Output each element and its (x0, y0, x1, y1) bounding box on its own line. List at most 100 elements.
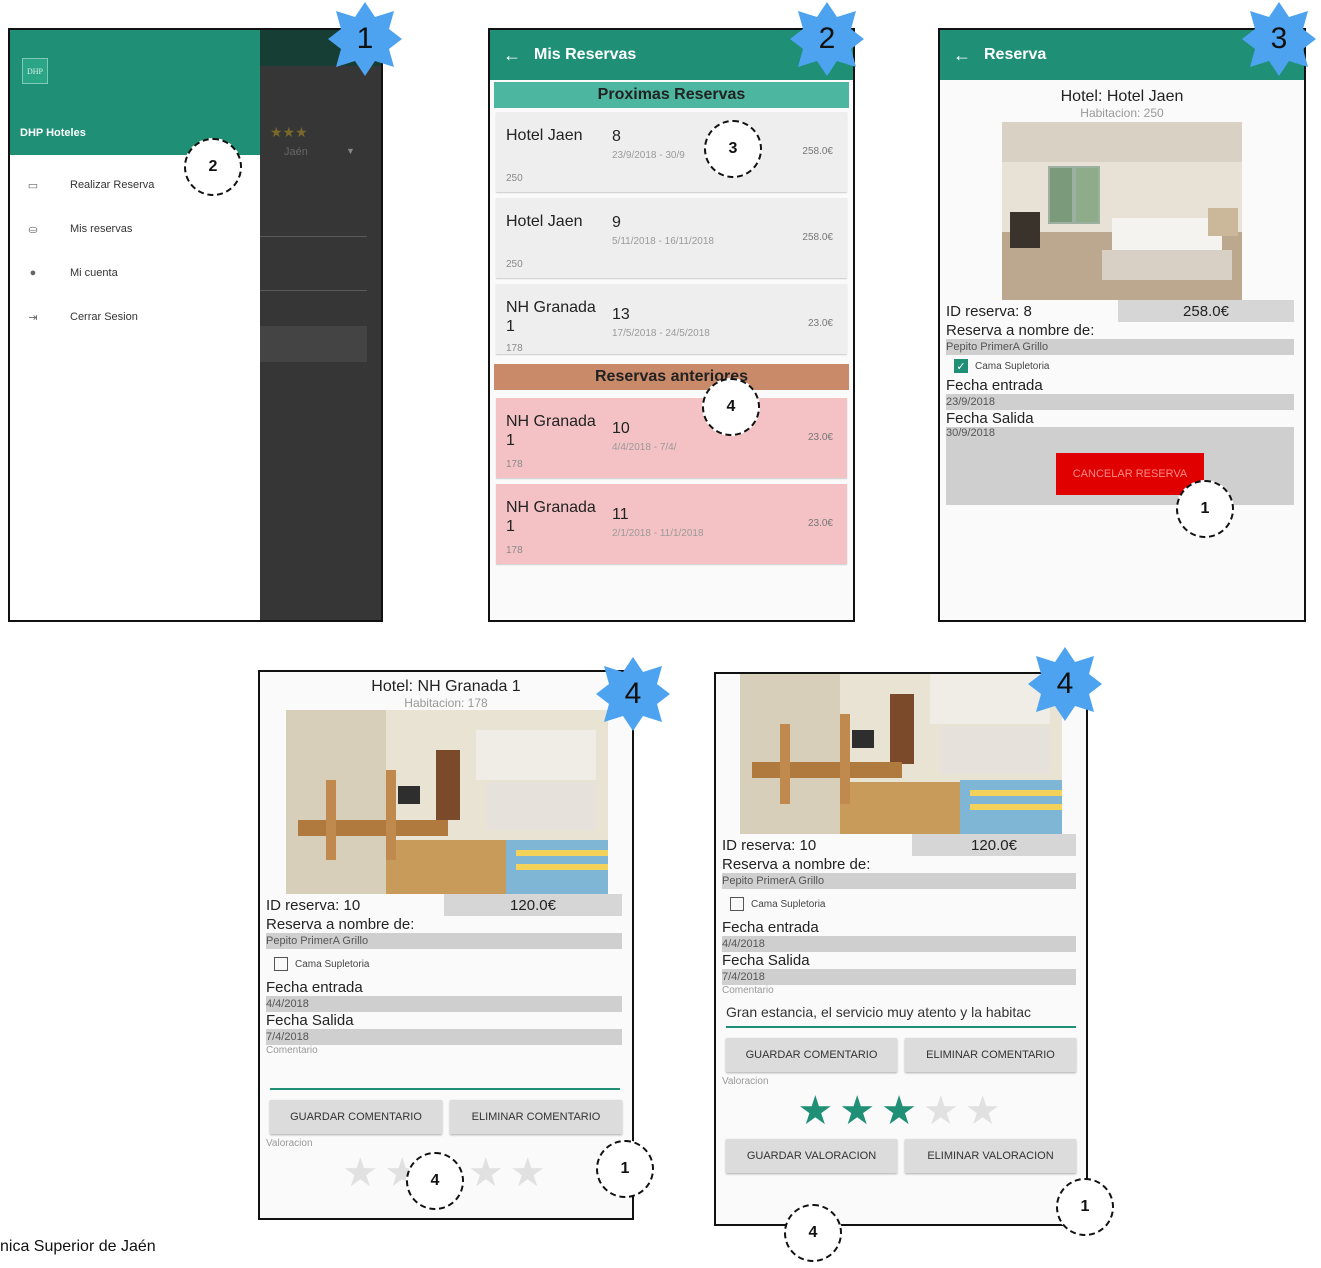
footer-caption: nica Superior de Jaén (0, 1238, 156, 1255)
checkbox-unchecked-icon[interactable] (730, 897, 744, 911)
star-empty-icon[interactable]: ★ (468, 1153, 504, 1193)
drawer-header: DHP DHP Hoteles (10, 30, 260, 155)
cancel-reservation-button[interactable]: CANCELAR RESERVA (1056, 453, 1204, 495)
dhp-logo: DHP (22, 58, 48, 84)
extra-bed-label: Cama Supletoria (975, 360, 1050, 372)
menu-item-label: Mis reservas (70, 223, 133, 235)
star-filled-icon[interactable]: ★ (881, 1091, 917, 1131)
reservation-card[interactable]: Hotel Jaen 250 9 5/11/2018 - 16/11/2018 … (496, 198, 847, 278)
star-empty-icon[interactable]: ★ (510, 1153, 546, 1193)
hotel-name: NH Granada 1 (506, 299, 596, 335)
step-badge: 2 (788, 0, 866, 78)
reservation-id: 10 (612, 420, 630, 437)
price-value: 120.0€ (444, 894, 622, 916)
delete-comment-button[interactable]: ELIMINAR COMENTARIO (905, 1038, 1076, 1072)
checkin-field[interactable]: 4/4/2018 (722, 936, 1076, 952)
back-arrow-icon[interactable]: ← (490, 45, 534, 66)
checkout-field[interactable]: 7/4/2018 (722, 969, 1076, 985)
step-badge: 4 (594, 655, 672, 733)
reservation-card[interactable]: NH Granada 1 178 11 2/1/2018 - 11/1/2018… (496, 484, 847, 564)
reservation-id: 8 (612, 128, 621, 145)
logout-icon: ⇥ (28, 311, 38, 324)
menu-item-mis-reservas[interactable]: ⛀ Mis reservas (10, 207, 260, 251)
extra-bed-label: Cama Supletoria (751, 898, 826, 910)
callout-marker: 4 (784, 1204, 842, 1262)
screen-reserva-valorada: ID reserva: 10 120.0€ Reserva a nombre d… (714, 672, 1088, 1226)
reservation-price: 23.0€ (807, 518, 833, 529)
delete-comment-button[interactable]: ELIMINAR COMENTARIO (450, 1100, 622, 1134)
checkout-field[interactable]: 30/9/2018 (946, 427, 1294, 439)
save-rating-button[interactable]: GUARDAR VALORACION (726, 1139, 897, 1173)
background-divider (260, 236, 367, 237)
back-arrow-icon[interactable]: ← (940, 45, 984, 66)
past-header: Reservas anteriores (494, 364, 849, 390)
checkout-field[interactable]: 7/4/2018 (266, 1029, 622, 1045)
comment-input[interactable]: Gran estancia, el servicio muy atento y … (726, 1004, 1076, 1028)
reservation-id: ID reserva: 8 (946, 302, 1032, 320)
extra-bed-checkbox-row[interactable]: Cama Supletoria (722, 889, 1076, 919)
drawer-title: DHP Hoteles (20, 127, 86, 139)
rating-stars[interactable]: ★ ★ ★ ★ ★ (722, 1091, 1076, 1131)
hotel-title: Hotel: NH Granada 1 (371, 678, 521, 695)
hotel-name: Hotel Jaen (506, 213, 583, 230)
star-filled-icon[interactable]: ★ (839, 1091, 875, 1131)
hotel-name: Hotel Jaen (506, 127, 583, 144)
checkin-label: Fecha entrada (946, 377, 1043, 394)
name-field[interactable]: Pepito PrimerA Grillo (722, 873, 1076, 889)
callout-marker: 4 (406, 1152, 464, 1210)
hotel-title: Hotel: Hotel Jaen (1060, 88, 1184, 105)
extra-bed-checkbox-row[interactable]: ✓ Cama Supletoria (946, 355, 1294, 377)
star-empty-icon[interactable]: ★ (965, 1091, 1001, 1131)
menu-item-mi-cuenta[interactable]: ● Mi cuenta (10, 251, 260, 295)
upcoming-header: Proximas Reservas (494, 82, 849, 108)
step-number: 3 (1270, 22, 1288, 55)
screen-reserva-detalle: ← Reserva Hotel: Hotel Jaen Habitacion: … (938, 28, 1306, 622)
checkin-field[interactable]: 4/4/2018 (266, 996, 622, 1012)
reservation-card[interactable]: NH Granada 1 178 10 4/4/2018 - 7/4/ 23.0… (496, 398, 847, 478)
star-empty-icon[interactable]: ★ (923, 1091, 959, 1131)
callout-marker: 1 (1176, 480, 1234, 538)
reservation-card[interactable]: Hotel Jaen 250 8 23/9/2018 - 30/9 258.0€ (496, 112, 847, 192)
dimmed-background[interactable]: ★★★ Jaén ▼ (260, 30, 381, 620)
menu-item-cerrar-sesion[interactable]: ⇥ Cerrar Sesion (10, 295, 260, 339)
reservation-card[interactable]: NH Granada 1 178 13 17/5/2018 - 24/5/201… (496, 284, 847, 354)
save-comment-button[interactable]: GUARDAR COMENTARIO (270, 1100, 442, 1134)
name-label: Reserva a nombre de: (266, 916, 415, 933)
reservation-price: 23.0€ (807, 318, 833, 329)
background-dropdown-icon: ▼ (346, 146, 355, 156)
checkbox-checked-icon[interactable]: ✓ (954, 359, 968, 373)
rating-label: Valoracion (266, 1138, 313, 1149)
star-filled-icon[interactable]: ★ (797, 1091, 833, 1131)
name-field[interactable]: Pepito PrimerA Grillo (266, 933, 622, 949)
step-number: 4 (624, 677, 642, 710)
reservation-id: ID reserva: 10 (722, 836, 817, 854)
step-badge: 1 (326, 0, 404, 78)
extra-bed-checkbox-row[interactable]: Cama Supletoria (266, 949, 622, 979)
hotel-room-photo (740, 674, 1062, 834)
name-label: Reserva a nombre de: (946, 322, 1095, 339)
screen-drawer: ★★★ Jaén ▼ DHP DHP Hoteles ▭ Realizar Re… (8, 28, 383, 622)
reservation-id-row: ID reserva: 8 258.0€ (946, 300, 1294, 322)
checkout-label: Fecha Salida (266, 1012, 354, 1029)
reservation-price: 23.0€ (807, 432, 833, 443)
star-empty-icon[interactable]: ★ (342, 1153, 378, 1193)
reservation-dates: 2/1/2018 - 11/1/2018 (612, 528, 704, 539)
checkbox-unchecked-icon[interactable] (274, 957, 288, 971)
room-number: 250 (506, 259, 523, 270)
reservation-dates: 17/5/2018 - 24/5/2018 (612, 328, 710, 339)
delete-rating-button[interactable]: ELIMINAR VALORACION (905, 1139, 1076, 1173)
navigation-drawer: DHP DHP Hoteles ▭ Realizar Reserva ⛀ Mis… (10, 30, 260, 620)
hotel-bed-icon: ⛀ (28, 223, 38, 236)
step-number: 1 (356, 22, 374, 55)
screen-title: Reserva (984, 46, 1047, 63)
reservation-id: 9 (612, 214, 621, 231)
step-badge: 3 (1240, 0, 1318, 78)
step-number: 4 (1056, 667, 1074, 700)
reservation-dates: 4/4/2018 - 7/4/ (612, 442, 677, 453)
comment-input[interactable] (270, 1088, 620, 1090)
save-comment-button[interactable]: GUARDAR COMENTARIO (726, 1038, 897, 1072)
card-icon: ▭ (27, 179, 39, 192)
room-number: 178 (506, 459, 523, 470)
checkin-field[interactable]: 23/9/2018 (946, 394, 1294, 410)
name-field[interactable]: Pepito PrimerA Grillo (946, 339, 1294, 355)
